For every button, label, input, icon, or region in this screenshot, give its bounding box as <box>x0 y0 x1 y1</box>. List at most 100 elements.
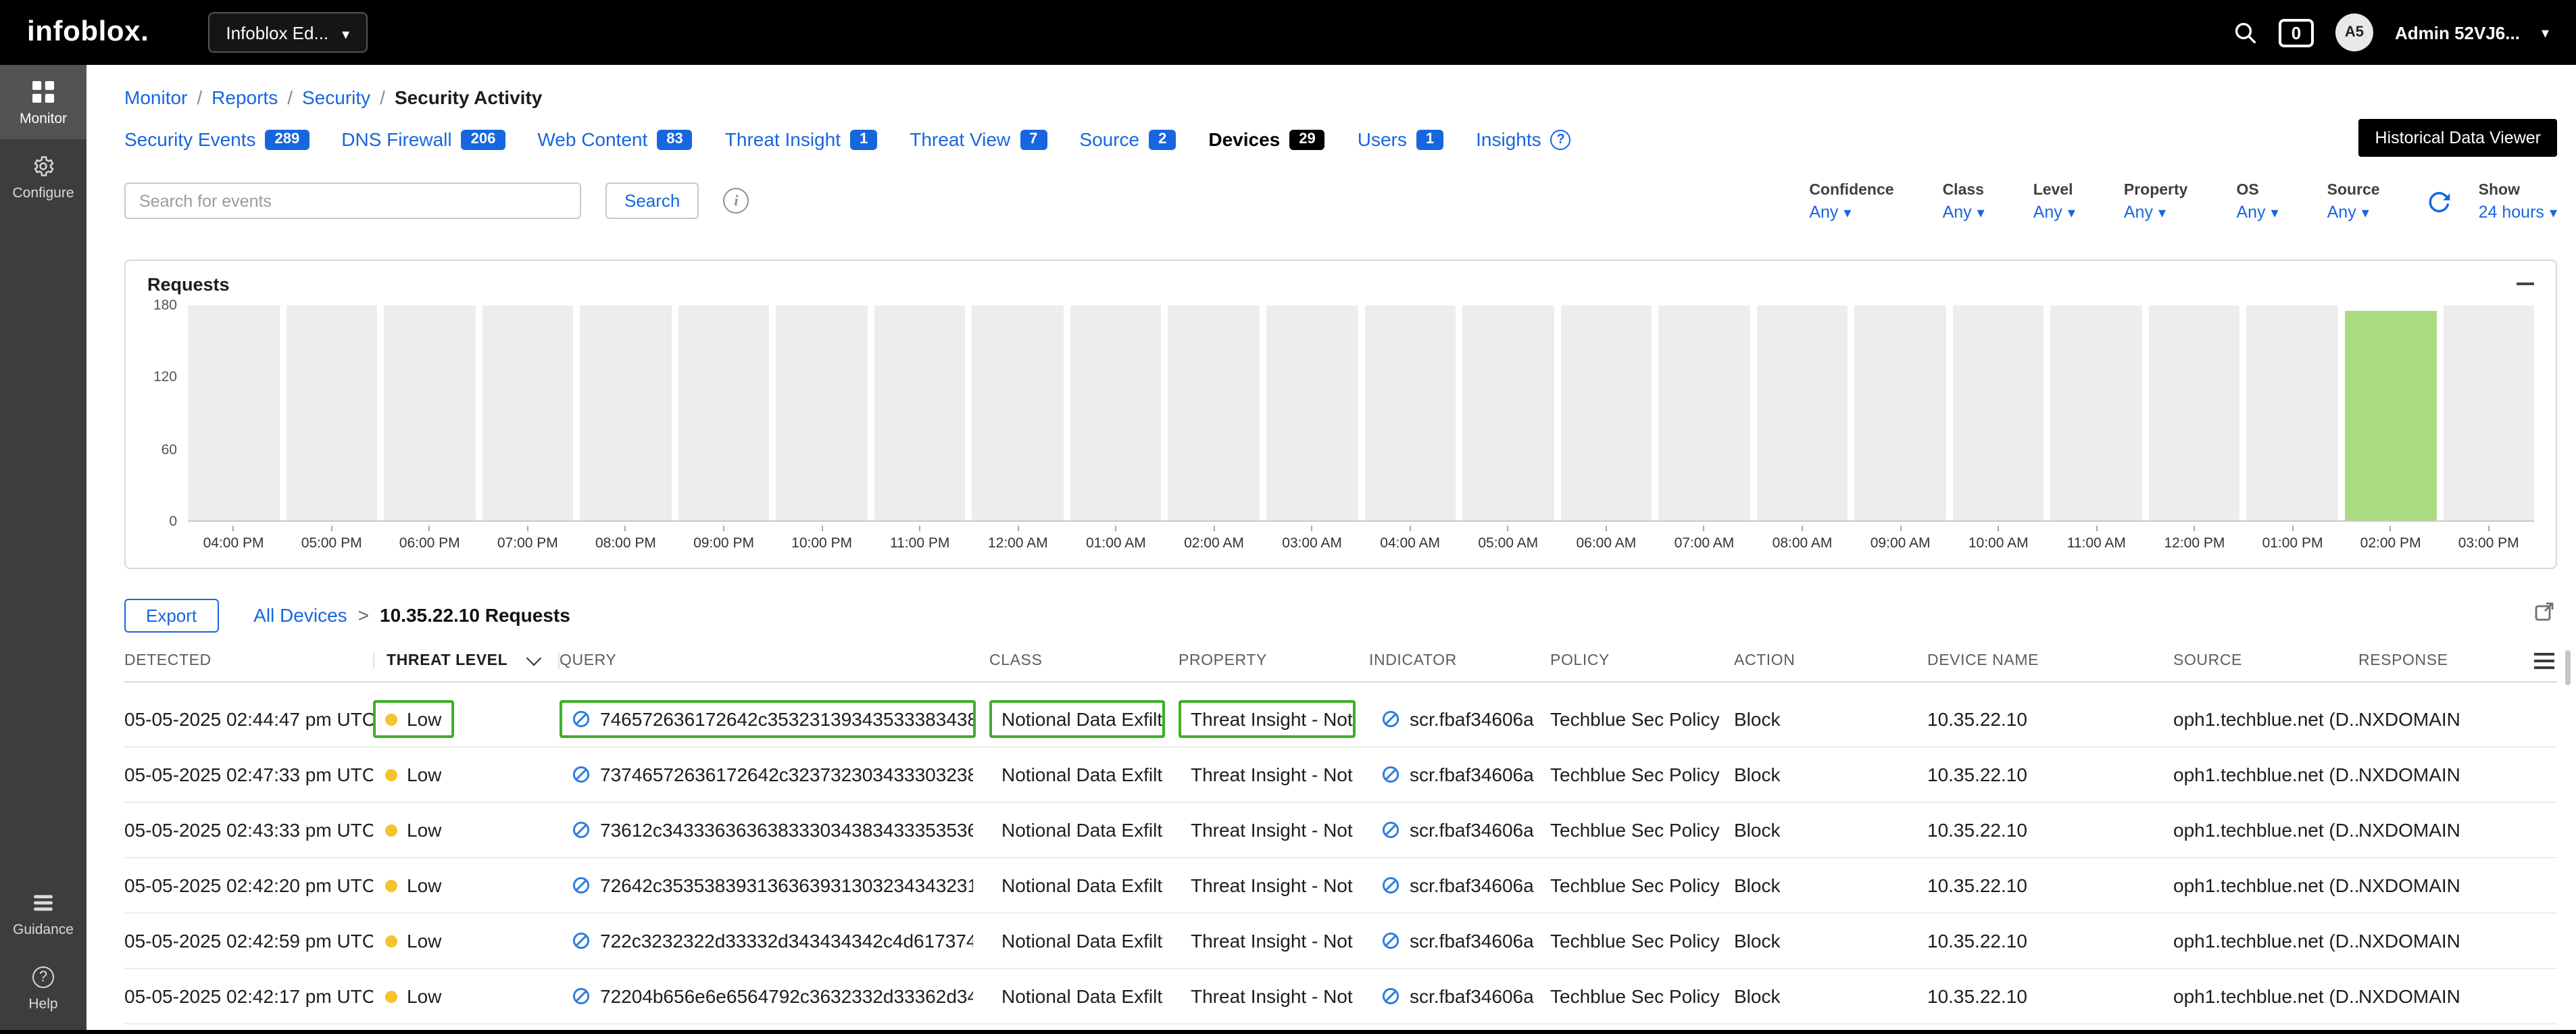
column-settings-button[interactable] <box>2522 653 2557 669</box>
chevron-down-icon <box>2158 203 2166 222</box>
indicator-icon[interactable] <box>1381 820 1400 839</box>
property-cell: Threat Insight - Notio... <box>1179 977 1369 1015</box>
breadcrumb-separator: / <box>287 87 293 108</box>
tab-users[interactable]: Users1 <box>1358 128 1443 150</box>
historical-data-viewer-button[interactable]: Historical Data Viewer <box>2359 119 2557 157</box>
table-row[interactable]: 05-05-2025 02:42:17 pm UTCLow72204b656e6… <box>124 969 2557 1025</box>
indicator-icon[interactable] <box>1381 710 1400 729</box>
bottom-edge <box>0 1030 2576 1034</box>
tab-source[interactable]: Source2 <box>1079 128 1176 150</box>
breadcrumb-link-monitor[interactable]: Monitor <box>124 87 187 108</box>
search-button[interactable]: Search <box>605 182 699 219</box>
column-header-source[interactable]: SOURCE <box>2173 653 2358 669</box>
query-icon[interactable] <box>572 765 591 784</box>
filter-value-dropdown[interactable]: Any <box>2124 203 2188 222</box>
tab-label: Insights <box>1476 128 1541 150</box>
property-cell: Threat Insight - Notio... <box>1179 756 1369 793</box>
class-cell-text: Notional Data Exfiltra... <box>1001 930 1165 952</box>
sidebar-item-configure[interactable]: Configure <box>0 139 86 214</box>
tab-count-badge: 2 <box>1149 129 1176 149</box>
search-input[interactable] <box>124 182 581 219</box>
indicator-cell-value: scr.fbaf34606a3c... <box>1369 977 1537 1015</box>
indicator-cell-text: scr.fbaf34606a3c... <box>1410 764 1537 785</box>
column-header-detected[interactable]: DETECTED <box>124 653 373 669</box>
tab-threat-view[interactable]: Threat View7 <box>910 128 1047 150</box>
chart-empty-column <box>1658 305 1750 520</box>
tab-dns-firewall[interactable]: DNS Firewall206 <box>341 128 505 150</box>
query-cell-value: 746572636172642c3532313934353338343830..… <box>560 700 976 738</box>
column-header-indicator[interactable]: INDICATOR <box>1369 653 1550 669</box>
sidebar-item-help[interactable]: ? Help <box>0 950 86 1025</box>
collapse-icon[interactable] <box>2517 282 2534 285</box>
column-header-property[interactable]: PROPERTY <box>1179 653 1369 669</box>
chevron-down-icon[interactable] <box>2542 20 2549 45</box>
search-icon[interactable] <box>2233 20 2257 45</box>
menu-icon <box>2534 653 2554 669</box>
tab-label: Threat Insight <box>725 128 841 150</box>
query-icon[interactable] <box>572 931 591 950</box>
help-icon[interactable]: ? <box>1551 129 1571 149</box>
tab-web-content[interactable]: Web Content83 <box>537 128 692 150</box>
filter-value-dropdown[interactable]: Any <box>1943 203 1985 222</box>
column-header-threat-level[interactable]: THREAT LEVEL <box>373 653 560 669</box>
refresh-icon[interactable] <box>2426 189 2452 215</box>
table-row[interactable]: 05-05-2025 02:47:33 pm UTCLow73746572636… <box>124 747 2557 803</box>
query-cell: 722c3232322d33332d343434342c4d617374657.… <box>560 922 989 960</box>
gear-icon <box>31 154 55 178</box>
column-header-response[interactable]: RESPONSE <box>2358 653 2522 669</box>
chart-empty-column <box>1168 305 1260 520</box>
column-header-query[interactable]: QUERY <box>560 653 989 669</box>
property-cell-value: Threat Insight - Notio... <box>1179 756 1356 793</box>
query-icon[interactable] <box>572 987 591 1006</box>
query-icon[interactable] <box>572 710 591 729</box>
tab-label: Web Content <box>537 128 647 150</box>
tab-insights[interactable]: Insights? <box>1476 128 1571 150</box>
notification-counter[interactable]: 0 <box>2279 18 2314 47</box>
class-cell: Notional Data Exfiltra... <box>989 700 1179 738</box>
table-row[interactable]: 05-05-2025 02:42:59 pm UTCLow722c3232322… <box>124 914 2557 969</box>
info-icon[interactable] <box>723 188 749 214</box>
x-axis-label: 01:00 AM <box>1070 526 1162 551</box>
table-row[interactable]: 05-05-2025 02:44:47 pm UTCLow74657263617… <box>124 692 2557 747</box>
sidebar-item-monitor[interactable]: Monitor <box>0 65 86 139</box>
all-devices-link[interactable]: All Devices <box>253 604 347 626</box>
chevron-down-icon <box>2068 203 2075 222</box>
show-value-dropdown[interactable]: 24 hours <box>2479 203 2557 222</box>
query-icon[interactable] <box>572 876 591 895</box>
indicator-icon[interactable] <box>1381 987 1400 1006</box>
indicator-icon[interactable] <box>1381 931 1400 950</box>
filter-value-dropdown[interactable]: Any <box>1809 203 1893 222</box>
filter-value-dropdown[interactable]: Any <box>2033 203 2075 222</box>
x-axis-label: 06:00 AM <box>1560 526 1652 551</box>
column-header-policy[interactable]: POLICY <box>1550 653 1734 669</box>
table-scrollbar[interactable] <box>2565 650 2571 685</box>
table-row[interactable]: 05-05-2025 02:43:33 pm UTCLow73612c34333… <box>124 803 2557 858</box>
avatar[interactable]: A5 <box>2335 14 2373 51</box>
column-header-device-name[interactable]: DEVICE NAME <box>1927 653 2173 669</box>
tab-devices[interactable]: Devices29 <box>1208 128 1324 150</box>
show-dropdown[interactable]: Show 24 hours <box>2479 182 2557 222</box>
export-button[interactable]: Export <box>124 598 218 632</box>
indicator-icon[interactable] <box>1381 876 1400 895</box>
filter-value-dropdown[interactable]: Any <box>2236 203 2278 222</box>
help-icon: ? <box>32 965 54 989</box>
column-header-action[interactable]: ACTION <box>1734 653 1927 669</box>
table-row[interactable]: 05-05-2025 02:42:20 pm UTCLow72642c35353… <box>124 858 2557 914</box>
column-header-class[interactable]: CLASS <box>989 653 1179 669</box>
tab-security-events[interactable]: Security Events289 <box>124 128 309 150</box>
threat-low-dot-icon <box>385 879 397 891</box>
chart-empty-column <box>482 305 573 520</box>
tab-threat-insight[interactable]: Threat Insight1 <box>725 128 877 150</box>
breadcrumb-link-reports[interactable]: Reports <box>212 87 278 108</box>
x-axis-label: 04:00 PM <box>188 526 279 551</box>
sidebar-item-guidance[interactable]: Guidance <box>0 876 86 950</box>
chart-column <box>2443 305 2534 520</box>
indicator-icon[interactable] <box>1381 765 1400 784</box>
popout-icon[interactable] <box>2534 601 2554 622</box>
app-switcher[interactable]: Infoblox Ed... <box>208 12 367 53</box>
query-icon[interactable] <box>572 820 591 839</box>
breadcrumb-link-security[interactable]: Security <box>302 87 370 108</box>
user-menu[interactable]: Admin 52VJ6... <box>2395 22 2520 43</box>
filter-value-dropdown[interactable]: Any <box>2327 203 2380 222</box>
y-axis-tick: 120 <box>153 369 177 385</box>
